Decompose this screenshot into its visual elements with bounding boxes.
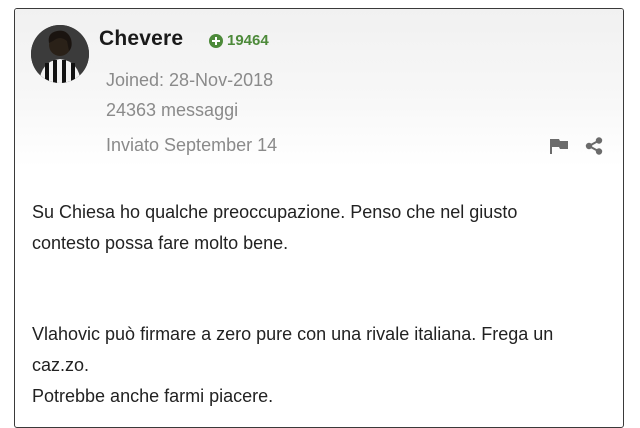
post-line: contesto possa fare molto bene. <box>32 233 289 253</box>
post-line: Vlahovic può firmare a zero pure con una… <box>32 324 554 344</box>
reputation-badge: 19464 <box>209 32 269 49</box>
plus-circle-icon <box>209 33 223 48</box>
post-header: Chevere 19464 Joined: 28-Nov-2018 24363 … <box>15 9 623 167</box>
share-icon[interactable] <box>585 137 603 155</box>
avatar[interactable] <box>31 25 89 83</box>
post-line: Potrebbe anche farmi piacere. <box>32 386 274 406</box>
post-paragraph: Su Chiesa ho qualche preoccupazione. Pen… <box>32 197 602 259</box>
message-count: 24363 messaggi <box>106 100 239 120</box>
forum-post: Chevere 19464 Joined: 28-Nov-2018 24363 … <box>14 8 624 428</box>
post-date[interactable]: Inviato September 14 <box>106 135 277 156</box>
post-paragraph: Vlahovic può firmare a zero pure con una… <box>32 319 602 412</box>
joined-date: Joined: 28-Nov-2018 <box>106 70 274 90</box>
flag-icon[interactable] <box>549 137 569 155</box>
username-link[interactable]: Chevere <box>99 27 183 51</box>
reputation-count: 19464 <box>227 32 269 49</box>
post-content: Su Chiesa ho qualche preoccupazione. Pen… <box>32 197 602 412</box>
post-line: caz.zo. <box>32 355 90 375</box>
post-line: Su Chiesa ho qualche preoccupazione. Pen… <box>32 202 518 222</box>
